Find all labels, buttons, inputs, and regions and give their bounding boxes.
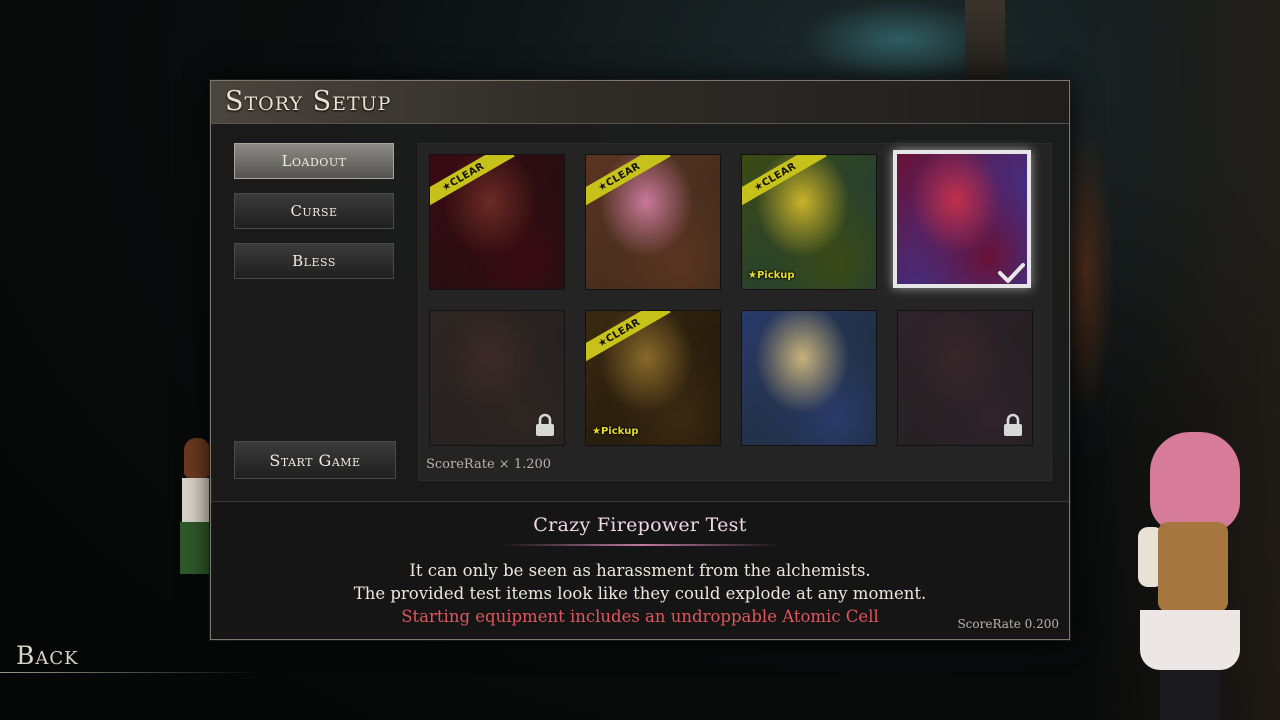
check-icon <box>998 263 1025 283</box>
pickup-badge: ★Pickup <box>592 426 639 437</box>
grid-scorerate: ScoreRate × 1.200 <box>426 457 552 472</box>
character-skirt <box>1140 610 1240 670</box>
start-game-button[interactable]: Start Game <box>234 441 396 479</box>
curse-button[interactable]: Curse <box>234 193 394 229</box>
warning-line: Starting equipment includes an undroppab… <box>401 607 879 626</box>
background-character-left <box>180 438 214 618</box>
character-card[interactable]: ★CLEAR ★Pickup <box>585 310 721 446</box>
pickup-badge: ★Pickup <box>748 270 795 281</box>
panel-header: Story Setup <box>211 81 1069 124</box>
character-card[interactable] <box>897 310 1033 446</box>
character-hair <box>1150 432 1240 532</box>
character-legs <box>1160 670 1220 720</box>
character-card[interactable]: ★CLEAR <box>429 154 565 290</box>
page-title: Story Setup <box>225 86 392 117</box>
lock-icon <box>1004 413 1022 436</box>
back-underline <box>0 672 260 673</box>
story-setup-panel: Story Setup Loadout Curse Bless Start Ga… <box>210 80 1070 640</box>
back-button[interactable]: Back <box>16 641 79 670</box>
background-character-right <box>1130 432 1250 720</box>
character-skirt <box>180 522 214 574</box>
description-line: The provided test items look like they c… <box>353 584 927 603</box>
bless-button[interactable]: Bless <box>234 243 394 279</box>
character-torso <box>1158 522 1228 612</box>
loadout-button[interactable]: Loadout <box>234 143 394 179</box>
story-scorerate: ScoreRate 0.200 <box>957 617 1059 631</box>
character-grid: ★CLEAR ★CLEAR ★CLEAR ★Pickup ★CLEAR ★Pickup <box>418 143 1052 481</box>
title-underline <box>501 544 781 546</box>
character-card[interactable] <box>893 150 1031 288</box>
character-shirt <box>182 478 212 522</box>
description-line: It can only be seen as harassment from t… <box>409 561 871 580</box>
character-head <box>184 438 210 478</box>
character-card[interactable]: ★CLEAR ★Pickup <box>741 154 877 290</box>
lock-icon <box>536 413 554 436</box>
story-title: Crazy Firepower Test <box>533 514 747 536</box>
character-card[interactable]: ★CLEAR <box>585 154 721 290</box>
character-card[interactable] <box>429 310 565 446</box>
description-area: Crazy Firepower Test It can only be seen… <box>211 501 1069 639</box>
character-portrait <box>742 311 876 445</box>
character-card[interactable] <box>741 310 877 446</box>
